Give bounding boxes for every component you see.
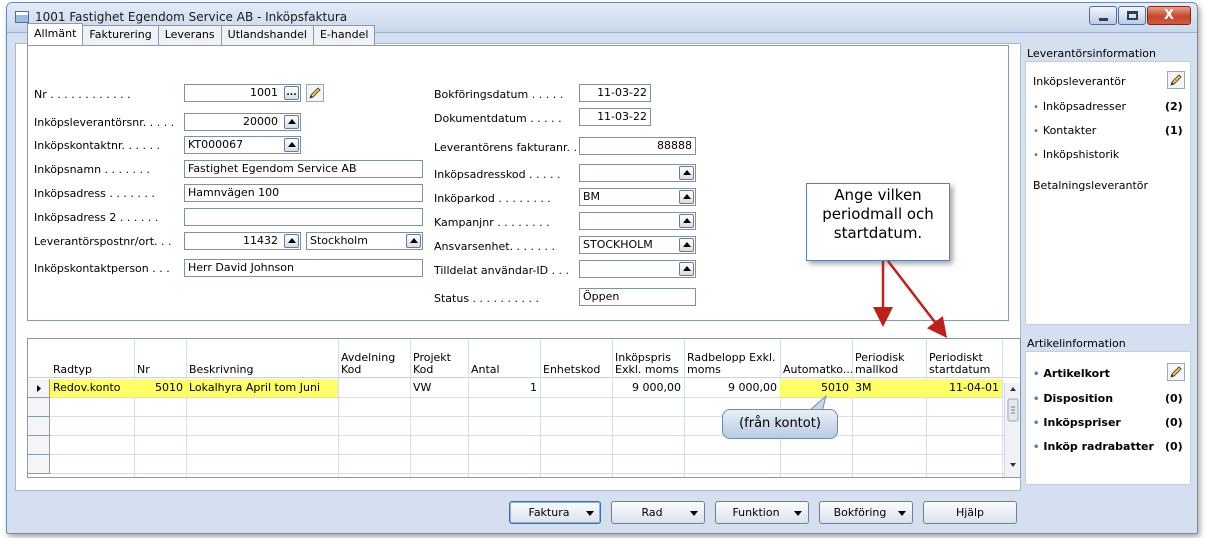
annotation-arrows [808, 260, 948, 413]
annotation-bubble: (från kontot) [722, 409, 838, 439]
arrow-to-startdate [887, 260, 948, 338]
